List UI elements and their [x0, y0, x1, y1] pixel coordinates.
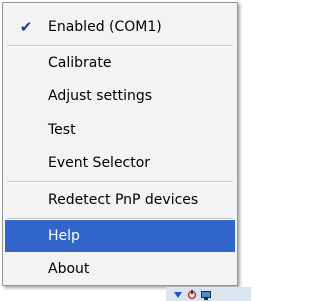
tool-icon[interactable] — [186, 289, 198, 301]
menu-item-calibrate[interactable]: Calibrate — [5, 47, 235, 79]
menu-item-about[interactable]: About — [5, 253, 235, 285]
menu-item-event-selector-label: Event Selector — [48, 155, 151, 171]
monitor-icon[interactable] — [200, 289, 212, 301]
system-tray — [166, 287, 251, 301]
menu-item-enabled[interactable]: ✔ Enabled (COM1) — [5, 11, 235, 43]
menu-item-event-selector[interactable]: Event Selector — [5, 147, 235, 179]
menu-item-redetect-pnp-label: Redetect PnP devices — [48, 192, 199, 208]
menu-item-adjust-settings-label: Adjust settings — [48, 88, 153, 104]
menu-separator — [7, 181, 233, 183]
menu-item-adjust-settings[interactable]: Adjust settings — [5, 80, 235, 112]
menu-item-help[interactable]: Help — [5, 220, 235, 252]
check-icon: ✔ — [19, 18, 33, 36]
menu-item-calibrate-label: Calibrate — [48, 55, 112, 71]
context-menu: ✔ Enabled (COM1) Calibrate Adjust settin… — [2, 2, 238, 286]
menu-item-redetect-pnp[interactable]: Redetect PnP devices — [5, 184, 235, 216]
menu-item-test-label: Test — [48, 122, 76, 138]
network-down-icon[interactable] — [172, 289, 184, 301]
menu-item-enabled-label: Enabled (COM1) — [48, 19, 162, 35]
menu-item-test[interactable]: Test — [5, 114, 235, 146]
menu-item-help-label: Help — [48, 228, 80, 244]
menu-item-about-label: About — [48, 261, 90, 277]
